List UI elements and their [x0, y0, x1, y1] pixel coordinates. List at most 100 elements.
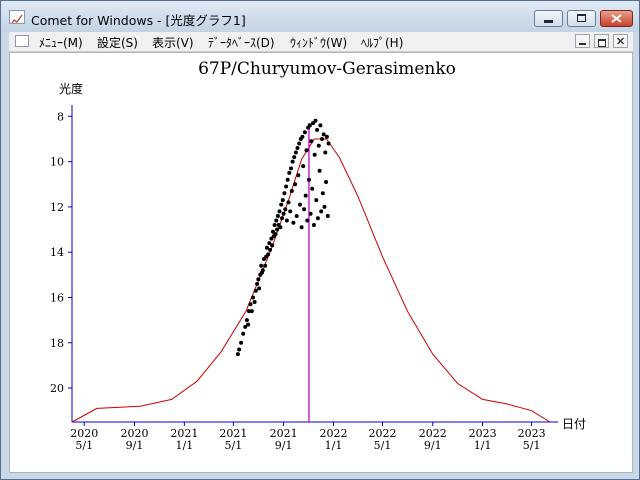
- observation-point: [244, 318, 249, 323]
- observation-point: [307, 177, 311, 182]
- menu-item-settings[interactable]: 設定(S): [97, 34, 138, 51]
- observation-point: [275, 227, 280, 232]
- app-window: Comet for Windows - [光度グラフ1] ﾒﾆｭｰ(M) 設定(…: [0, 0, 640, 480]
- observation-point: [293, 150, 298, 155]
- observation-point: [280, 216, 284, 221]
- observation-point: [302, 130, 307, 135]
- observation-point: [284, 184, 289, 189]
- observation-point: [248, 302, 253, 307]
- graph-document: 67P/Churyumov-Gerasimenko 光度 日付 8 10 12 14 1…: [9, 52, 633, 473]
- observation-point: [290, 159, 295, 164]
- title-bar[interactable]: Comet for Windows - [光度グラフ1]: [1, 1, 639, 32]
- observation-point: [288, 209, 293, 214]
- maximize-icon: [577, 14, 586, 22]
- doc-restore-button[interactable]: [594, 34, 609, 48]
- observation-point: [235, 352, 240, 357]
- observation-point: [246, 322, 251, 327]
- observation-point: [281, 211, 286, 216]
- x-tick-date: 1/1: [474, 439, 492, 452]
- observation-point: [314, 198, 319, 203]
- observation-point: [308, 211, 313, 216]
- observation-point: [275, 214, 280, 218]
- menu-item-help[interactable]: ﾍﾙﾌﾟ(H): [361, 34, 403, 51]
- doc-close-button[interactable]: [613, 34, 628, 48]
- observation-point: [266, 252, 271, 257]
- observation-point: [323, 150, 328, 155]
- observation-point: [286, 200, 291, 205]
- observation-point: [324, 134, 329, 139]
- x-tick-date: 9/1: [275, 439, 293, 452]
- observation-point: [313, 118, 318, 123]
- observation-point: [294, 214, 299, 218]
- observation-point: [301, 164, 306, 169]
- maximize-button[interactable]: [567, 10, 596, 27]
- observation-point: [299, 225, 304, 230]
- y-tick-label: 16: [50, 291, 64, 304]
- minimize-button[interactable]: [534, 10, 563, 27]
- observation-point: [283, 207, 288, 212]
- observation-point: [251, 295, 255, 300]
- observation-point: [315, 216, 320, 221]
- minimize-icon: [579, 43, 586, 45]
- observation-point: [324, 180, 329, 184]
- observation-point: [279, 202, 284, 207]
- observation-point: [252, 300, 257, 304]
- observation-point: [292, 155, 297, 160]
- y-tick-label: 10: [50, 156, 64, 169]
- observation-point: [289, 189, 294, 193]
- observation-point: [239, 340, 244, 345]
- y-tick-label: 12: [50, 201, 64, 214]
- observation-point: [278, 225, 283, 230]
- observation-point: [322, 204, 327, 209]
- observation-point: [300, 134, 305, 139]
- window-title: Comet for Windows - [光度グラフ1]: [31, 13, 246, 28]
- y-tick-label: 14: [50, 246, 64, 259]
- observation-point: [249, 309, 254, 314]
- doc-minimize-button[interactable]: [575, 34, 590, 48]
- observation-point: [253, 288, 258, 293]
- menu-item-menu[interactable]: ﾒﾆｭｰ(M): [39, 34, 83, 51]
- x-tick-date: 5/1: [523, 439, 541, 452]
- observation-point: [272, 223, 277, 227]
- graph-icon[interactable]: [9, 10, 25, 24]
- light-curve-chart: 810121416182020205/120209/120211/120215/…: [50, 105, 558, 452]
- observation-point: [268, 247, 273, 252]
- observation-point: [298, 202, 302, 207]
- observation-point: [318, 123, 323, 128]
- x-tick-date: 5/1: [75, 439, 93, 452]
- close-button[interactable]: [600, 10, 633, 27]
- x-tick-date: 5/1: [374, 439, 392, 452]
- observation-point: [309, 139, 314, 144]
- menu-item-view[interactable]: 表示(V): [152, 34, 194, 51]
- x-tick-date: 1/1: [175, 439, 193, 452]
- y-tick-label: 8: [57, 110, 64, 123]
- observation-point: [321, 132, 326, 137]
- observation-point: [302, 207, 307, 212]
- observation-point: [273, 232, 278, 237]
- x-tick-date: 9/1: [424, 439, 442, 452]
- observation-point: [277, 209, 282, 214]
- observation-point: [274, 218, 279, 223]
- observation-point: [326, 141, 331, 146]
- y-tick-label: 18: [50, 337, 64, 350]
- x-tick-date: 1/1: [325, 439, 343, 452]
- observation-point: [315, 127, 320, 132]
- observation-point: [285, 177, 290, 182]
- observation-point: [316, 143, 321, 148]
- observation-point: [312, 152, 317, 157]
- observation-point: [295, 146, 300, 150]
- observation-point: [237, 347, 242, 352]
- observation-point: [259, 263, 264, 268]
- observation-point: [305, 218, 310, 223]
- observation-point: [293, 182, 298, 187]
- observation-point: [307, 123, 312, 128]
- menu-item-database[interactable]: ﾃﾞｰﾀﾍﾞｰｽ(D): [208, 34, 275, 51]
- observation-point: [260, 268, 265, 273]
- observation-point: [280, 198, 285, 203]
- observation-point: [256, 277, 261, 282]
- x-tick-date: 5/1: [225, 439, 243, 452]
- observation-point: [320, 191, 325, 196]
- menu-item-window[interactable]: ｳｨﾝﾄﾞｳ(W): [290, 34, 347, 51]
- document-graph-icon[interactable]: [15, 35, 29, 47]
- observation-point: [297, 141, 302, 146]
